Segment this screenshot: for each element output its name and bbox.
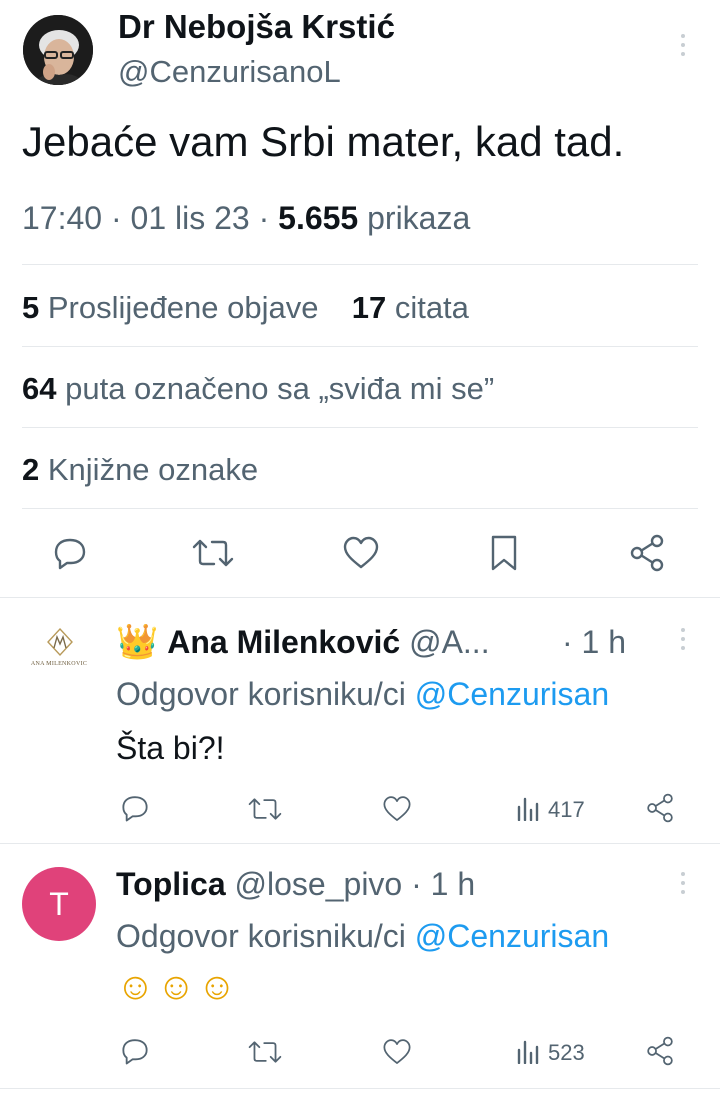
divider	[22, 264, 698, 265]
views-icon[interactable]	[516, 1040, 542, 1064]
share-icon[interactable]	[645, 1036, 675, 1066]
quotes-count: 17	[351, 290, 387, 325]
views-label: prikaza	[367, 200, 471, 236]
reply-icon[interactable]	[120, 793, 150, 823]
repost-icon[interactable]	[192, 535, 234, 571]
more-options-icon[interactable]	[680, 34, 686, 61]
repost-icon[interactable]	[248, 794, 282, 824]
divider	[22, 346, 698, 347]
reply-author-handle[interactable]: @A...	[409, 624, 490, 660]
reply-text: Šta bi?!	[116, 730, 225, 766]
logo-icon	[47, 627, 73, 657]
reply-text: ☺☺☺	[116, 966, 239, 1008]
reply-context: Odgovor korisniku/ci @Cenzurisan	[116, 676, 609, 713]
divider	[22, 427, 698, 428]
reply-views-count[interactable]: 523	[548, 1040, 585, 1066]
repost-icon[interactable]	[248, 1037, 282, 1067]
likes-label: puta označeno sa „sviđa mi se”	[65, 371, 495, 406]
share-icon[interactable]	[645, 793, 675, 823]
views-icon[interactable]	[516, 797, 542, 821]
tweet-time[interactable]: 17:40	[22, 200, 102, 236]
reply-author-handle[interactable]: @lose_pivo	[235, 866, 403, 902]
reply-more-options-icon[interactable]	[680, 628, 686, 655]
author-name[interactable]: Dr Nebojša Krstić	[118, 8, 395, 46]
author-avatar[interactable]	[23, 15, 93, 85]
avatar-logo-text: ANA MILENKOVIC	[30, 661, 88, 667]
bookmarks-link[interactable]: 2 Knjižne oznake	[22, 452, 258, 488]
reposts-count: 5	[22, 290, 40, 325]
reply-more-options-icon[interactable]	[680, 872, 686, 899]
quotes-label: citata	[394, 290, 469, 325]
views-count: 5.655	[278, 200, 359, 236]
reply-author-name[interactable]: Ana Milenković	[167, 624, 400, 660]
likes-link[interactable]: 64 puta označeno sa „sviđa mi se”	[22, 371, 494, 407]
reply-prefix: Odgovor korisniku/ci	[116, 676, 406, 712]
quotes-link[interactable]: 17 citata	[352, 290, 469, 325]
crown-icon: 👑	[116, 623, 159, 661]
tweet-date[interactable]: 01 lis 23	[131, 200, 250, 236]
share-icon[interactable]	[628, 534, 666, 572]
reply-header: Toplica @lose_pivo · 1 h	[116, 866, 475, 903]
reply-header: 👑 Ana Milenković @A...	[116, 622, 490, 662]
bookmark-icon[interactable]	[488, 534, 520, 572]
bookmarks-count: 2	[22, 452, 40, 487]
like-icon[interactable]	[342, 535, 380, 571]
bookmarks-label: Knjižne oznake	[47, 452, 259, 487]
reply-icon[interactable]	[120, 1036, 150, 1066]
reply-prefix: Odgovor korisniku/ci	[116, 918, 406, 954]
likes-count: 64	[22, 371, 57, 406]
reposts-stat-row: 5 Proslijeđene objave 17 citata	[22, 290, 469, 326]
reply-author-name[interactable]: Toplica	[116, 866, 226, 902]
avatar-letter: T	[49, 886, 69, 922]
reposts-label: Proslijeđene objave	[47, 290, 319, 325]
reply-context: Odgovor korisniku/ci @Cenzurisan	[116, 918, 609, 955]
tweet-meta: 17:40 · 01 lis 23 · 5.655 prikaza	[22, 200, 471, 236]
reply-avatar[interactable]: ANA MILENKOVIC	[22, 617, 96, 691]
reply-time[interactable]: · 1 h	[411, 866, 475, 902]
divider	[0, 1088, 720, 1089]
divider	[0, 597, 720, 598]
reply-avatar[interactable]: T	[22, 867, 96, 941]
like-icon[interactable]	[382, 1037, 412, 1067]
author-handle[interactable]: @CenzurisanoL	[118, 54, 341, 90]
reply-views-count[interactable]: 417	[548, 797, 585, 823]
like-icon[interactable]	[382, 794, 412, 824]
tweet-text: Jebaće vam Srbi mater, kad tad.	[22, 118, 625, 165]
reply-to-link[interactable]: @Cenzurisan	[415, 676, 609, 712]
reply-time[interactable]: · 1 h	[562, 624, 626, 661]
reply-to-link[interactable]: @Cenzurisan	[415, 918, 609, 954]
divider	[0, 843, 720, 844]
reposts-link[interactable]: 5 Proslijeđene objave	[22, 290, 327, 325]
divider	[22, 508, 698, 509]
reply-icon[interactable]	[52, 535, 88, 571]
